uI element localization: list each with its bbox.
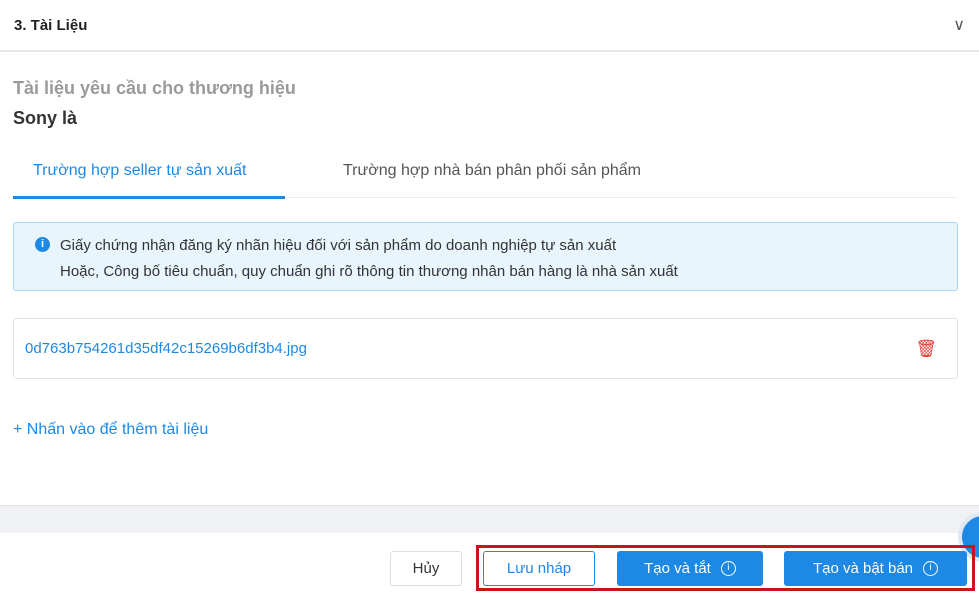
divider-band [0, 505, 979, 533]
file-item: 0d763b754261d35df42c15269b6df3b4.jpg 🗑 [13, 318, 958, 379]
info-icon: i [35, 237, 50, 252]
brand-name: Sony là [13, 108, 78, 128]
trash-icon[interactable]: 🗑 [915, 339, 937, 359]
tabs: Trường hợp seller tự sản xuất Trường hợp… [13, 152, 958, 199]
cancel-button[interactable]: Hủy [390, 551, 462, 586]
info-line-2: Hoặc, Công bố tiêu chuẩn, quy chuẩn ghi … [60, 263, 678, 280]
file-link[interactable]: 0d763b754261d35df42c15269b6df3b4.jpg [25, 340, 307, 357]
info-line-1: Giấy chứng nhận đăng ký nhãn hiệu đối vớ… [60, 237, 617, 254]
section-header[interactable]: 3. Tài Liệu ∨ [0, 0, 979, 52]
section-title: 3. Tài Liệu [14, 16, 88, 34]
active-tab-indicator [13, 196, 285, 199]
info-alert: i Giấy chứng nhận đăng ký nhãn hiệu đối … [13, 222, 958, 291]
chevron-down-icon[interactable]: ∨ [953, 15, 965, 35]
docs-subtitle: Tài liệu yêu cầu cho thương hiệu [13, 78, 296, 98]
highlight-box [476, 545, 975, 591]
tab-distributor[interactable]: Trường hợp nhà bán phân phối sản phẩm [343, 162, 641, 180]
add-document-link[interactable]: + Nhấn vào để thêm tài liệu [13, 421, 208, 439]
tab-seller-self-produced[interactable]: Trường hợp seller tự sản xuất [33, 162, 246, 180]
